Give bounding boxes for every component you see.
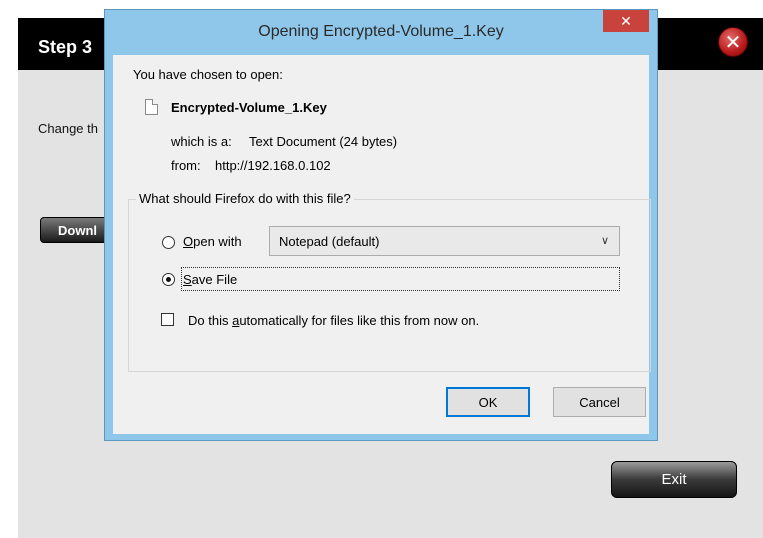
file-source-label: from: (171, 158, 201, 173)
close-icon[interactable]: ✕ (718, 27, 748, 57)
save-file-label[interactable]: Save File (183, 272, 237, 287)
ok-button[interactable]: OK (446, 387, 530, 417)
file-type-value: Text Document (24 bytes) (249, 134, 398, 149)
open-with-label-rest: pen with (193, 234, 242, 249)
file-type-label: which is a: (171, 134, 232, 149)
dialog-close-button[interactable]: ✕ (603, 10, 649, 32)
open-with-app: Notepad (default) (279, 234, 380, 249)
auto-action-label-before: Do this (188, 313, 233, 328)
file-source-value: http://192.168.0.102 (215, 158, 331, 173)
open-with-select[interactable]: Notepad (default) ∨ (269, 226, 620, 256)
action-group-label: What should Firefox do with this file? (136, 191, 354, 206)
auto-action-label[interactable]: Do this automatically for files like thi… (188, 313, 479, 328)
save-file-mnemonic: S (183, 272, 192, 287)
save-file-label-rest: ave File (191, 272, 238, 287)
open-with-radio[interactable] (162, 236, 175, 249)
exit-button[interactable]: Exit (611, 461, 737, 498)
save-file-focus-ring (181, 267, 620, 291)
open-with-label[interactable]: Open with (183, 234, 242, 249)
wizard-step-title: Step 3 (38, 37, 93, 57)
save-file-radio[interactable] (162, 273, 175, 286)
file-name: Encrypted-Volume_1.Key (171, 100, 327, 115)
dialog-intro: You have chosen to open: (133, 67, 283, 82)
auto-action-checkbox[interactable] (161, 313, 174, 326)
chevron-down-icon: ∨ (600, 235, 609, 247)
close-icon: ✕ (620, 12, 632, 29)
wizard-instruction: Change th (38, 121, 98, 136)
open-with-mnemonic: O (183, 234, 194, 249)
auto-action-label-after: utomatically for files like this from no… (239, 313, 480, 328)
cancel-button[interactable]: Cancel (553, 387, 646, 417)
dialog-title: Opening Encrypted-Volume_1.Key (258, 23, 504, 40)
document-icon (145, 99, 158, 115)
